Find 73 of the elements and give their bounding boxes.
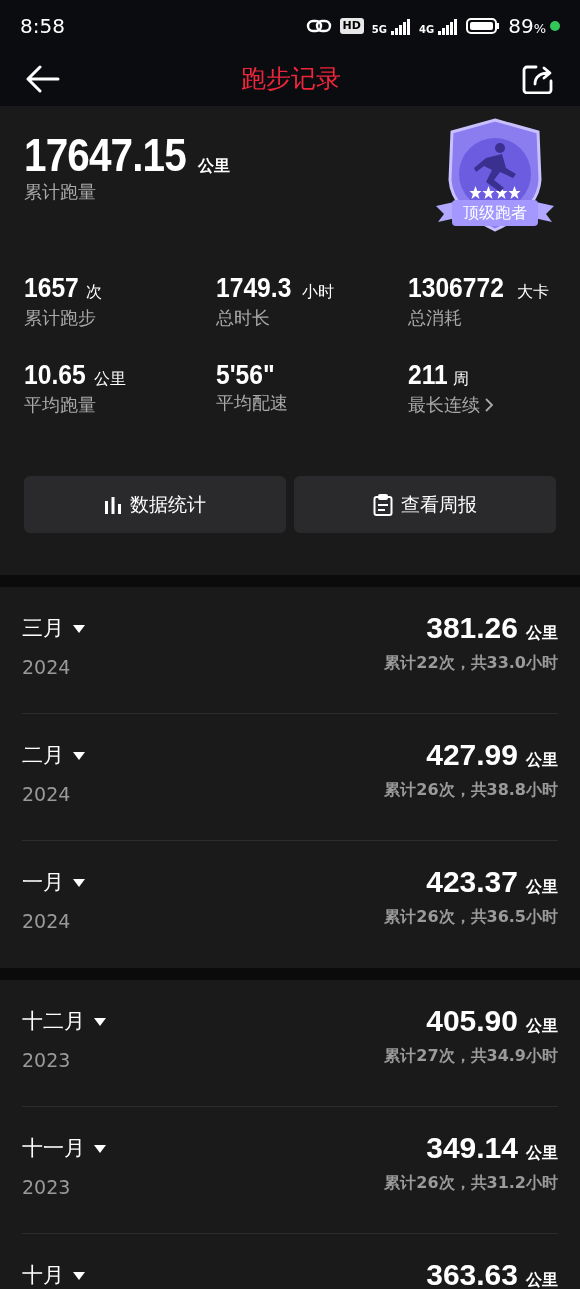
back-icon[interactable] — [26, 65, 60, 93]
badge-label: 顶级跑者 — [462, 202, 528, 224]
chevron-icon[interactable] — [484, 396, 494, 413]
hd-badge: HD — [339, 18, 364, 34]
signal-icon — [391, 17, 411, 35]
share-icon[interactable] — [522, 64, 554, 94]
unit-label: 公里 — [526, 1015, 558, 1037]
month-label: 十月 — [22, 1262, 64, 1289]
dropdown-icon[interactable] — [72, 877, 86, 888]
unit-label: 公里 — [526, 876, 558, 898]
stat-value: 211 — [408, 361, 448, 389]
stat-value: 5'56" — [216, 361, 275, 389]
year-label: 2024 — [22, 781, 72, 807]
unit-label: 大卡 — [517, 281, 549, 303]
year-label: 2024 — [22, 654, 72, 680]
unit-label: 公里 — [526, 1142, 558, 1164]
dropdown-icon[interactable] — [72, 623, 86, 634]
month-label: 三月 — [22, 615, 64, 642]
statistics-button[interactable]: 数据统计 — [24, 476, 286, 533]
unit-label: 小时 — [301, 281, 334, 303]
stat-label: 总消耗 — [408, 306, 462, 330]
stat-value: 1749.3 — [216, 274, 292, 302]
status-time: 8:58 — [20, 13, 65, 40]
unit-label: 公里 — [526, 622, 558, 644]
stat-label: 平均跑量 — [24, 393, 96, 417]
unit-label: 公里 — [197, 155, 230, 177]
month-summary: 累计22次，共33.0小时 — [384, 652, 558, 674]
stat-label: 总时长 — [216, 306, 270, 330]
year-label: 2023 — [22, 1047, 72, 1073]
signal-icon — [438, 17, 459, 35]
dropdown-icon[interactable] — [93, 1143, 107, 1154]
month-distance: 363.63 — [426, 1260, 518, 1289]
clipboard-icon — [373, 493, 393, 516]
month-summary: 累计26次，共36.5小时 — [384, 906, 558, 928]
dropdown-icon[interactable] — [72, 1270, 86, 1281]
month-distance: 427.99 — [426, 740, 518, 770]
stat-value: 1657 — [24, 274, 79, 302]
stat-value: 1306772 — [408, 274, 504, 302]
battery-level: 89% — [508, 13, 546, 40]
month-label: 二月 — [22, 742, 64, 769]
year-label: 2023 — [22, 1174, 72, 1200]
unit-label: 次 — [86, 281, 103, 303]
month-label: 一月 — [22, 869, 64, 896]
network-label: 4G — [419, 25, 435, 35]
month-distance: 349.14 — [426, 1133, 518, 1163]
unit-label: 公里 — [526, 749, 558, 771]
link-icon — [305, 18, 332, 34]
month-distance: 423.37 — [426, 867, 518, 897]
bar-chart-icon — [104, 495, 122, 514]
month-summary: 累计26次，共31.2小时 — [384, 1172, 558, 1194]
month-label: 十二月 — [22, 1008, 85, 1035]
unit-label: 公里 — [526, 1269, 558, 1289]
stat-label: 平均配速 — [216, 391, 288, 415]
total-distance-label: 累计跑量 — [24, 180, 97, 204]
stat-label: 累计跑步 — [24, 306, 96, 330]
stat-label[interactable]: 最长连续 — [408, 391, 480, 418]
month-label: 十一月 — [22, 1135, 85, 1162]
stat-value: 10.65 — [24, 361, 86, 389]
status-dot — [550, 21, 560, 31]
month-distance: 381.26 — [426, 613, 518, 643]
unit-label: 周 — [453, 368, 470, 390]
network-label: 5G — [371, 25, 387, 35]
unit-label: 公里 — [94, 368, 127, 390]
year-label: 2024 — [22, 908, 72, 934]
dropdown-icon[interactable] — [72, 750, 86, 761]
month-distance: 405.90 — [426, 1006, 518, 1036]
month-summary: 累计26次，共38.8小时 — [384, 779, 558, 801]
month-summary: 累计27次，共34.9小时 — [384, 1045, 558, 1067]
weekly-report-button[interactable]: 查看周报 — [294, 476, 556, 533]
dropdown-icon[interactable] — [93, 1016, 107, 1027]
total-distance: 17647.15 — [24, 132, 186, 178]
page-title: 跑步记录 — [241, 63, 341, 96]
battery-icon — [466, 17, 501, 35]
